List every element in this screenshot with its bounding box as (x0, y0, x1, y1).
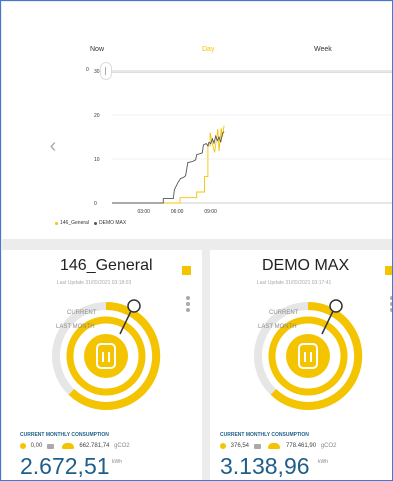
energy-unit: kWh (112, 459, 122, 465)
co2-unit: gCO2 (114, 443, 130, 449)
legend-label-146-general: 146_General (60, 220, 89, 226)
monthly-consumption-label: CURRENT MONTHLY CONSUMPTION (20, 432, 109, 438)
gauge-label-last-month: LAST MONTH (258, 324, 297, 330)
y-tick-label: 10 (94, 157, 100, 163)
x-tick-label: 06:00 (171, 209, 184, 215)
consumption-gauge (52, 299, 161, 410)
monthly-cost-co2-row: 0,00 662.781,74 gCO2 (20, 443, 130, 452)
series-line-146-general (112, 125, 225, 204)
meter-card-146-general[interactable]: 146_General Last Update 31/05/2021 03:18… (2, 250, 202, 480)
dashboard-frame: Now Day Week 0 30 20 10 0 03:00 06:00 09:00 ‹ … (0, 0, 393, 481)
y-tick-label: 0 (94, 201, 97, 207)
monthly-cost-value: 0,00 (30, 443, 43, 449)
legend-swatch-demo-max (94, 222, 97, 225)
status-indicator-square (182, 266, 191, 275)
x-tick-label: 03:00 (137, 209, 150, 215)
co2-cloud-icon (61, 443, 74, 449)
more-menu-icon[interactable] (186, 296, 190, 314)
status-indicator-square (385, 266, 392, 275)
meter-title: 146_General (60, 257, 153, 274)
legend-swatch-146-general (55, 222, 58, 225)
gauge-center-disc (84, 334, 128, 378)
consumption-chart-card: Now Day Week 0 30 20 10 0 03:00 06:00 09:00 ‹ … (2, 2, 392, 239)
y-tick-label: 20 (94, 113, 100, 119)
meter-last-update: Last Update 31/05/2021 03:18:03 (57, 280, 132, 286)
meter-card-demo-max[interactable]: DEMO MAX Last Update 31/05/2021 03:17:41… (210, 250, 392, 480)
gauge-label-current: CURRENT (269, 310, 299, 316)
co2-unit: gCO2 (320, 443, 337, 449)
legend-label-demo-max: DEMO MAX (99, 220, 127, 226)
co2-cloud-icon (268, 443, 281, 449)
monthly-consumption-label: CURRENT MONTHLY CONSUMPTION (220, 432, 309, 438)
meter-last-update: Last Update 31/05/2021 03:17:41 (257, 280, 332, 286)
meter-title: DEMO MAX (262, 257, 350, 274)
y-tick-label: 30 (94, 69, 100, 75)
energy-unit: kWh (318, 459, 328, 465)
gauge-marker (329, 299, 343, 313)
co2-value: 662.781,74 (79, 443, 110, 449)
plug-icon (253, 443, 261, 449)
consumption-gauge (254, 299, 363, 410)
coin-icon (220, 443, 226, 449)
line-chart: 30 20 10 0 03:00 06:00 09:00 (94, 69, 392, 215)
plug-icon (47, 443, 55, 449)
chevron-left-icon[interactable]: ‹ (44, 136, 62, 156)
monthly-cost-value: 376,54 (230, 443, 250, 449)
co2-value: 778.461,90 (286, 443, 317, 449)
coin-icon (20, 443, 26, 449)
monthly-cost-co2-row: 376,54 778.461,90 gCO2 (220, 443, 336, 452)
monthly-energy-value: 2.672,51 (20, 453, 110, 479)
gauge-label-current: CURRENT (67, 310, 97, 316)
monthly-energy-value: 3.138,96 (220, 453, 310, 479)
gauge-center-disc (286, 334, 330, 378)
x-tick-label: 09:00 (204, 209, 217, 215)
gauge-label-last-month: LAST MONTH (56, 324, 95, 330)
series-line-demo-max (112, 131, 225, 204)
gauge-marker (127, 299, 141, 313)
